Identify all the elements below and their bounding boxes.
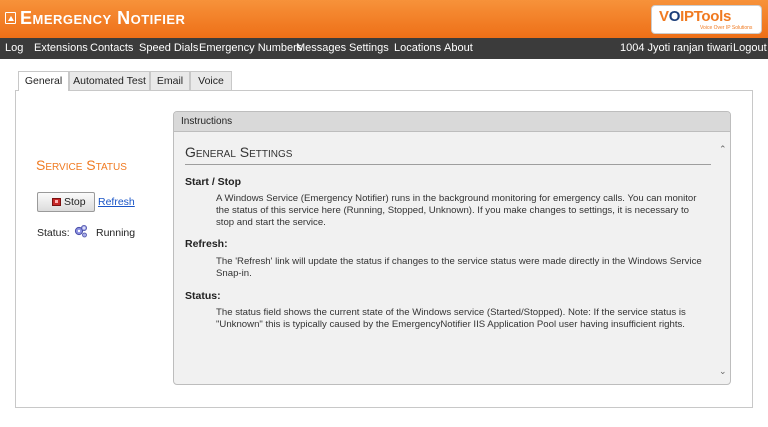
section-text-start-stop: A Windows Service (Emergency Notifier) r…	[216, 193, 697, 228]
app-title: Emergency Notifier	[20, 8, 186, 28]
tab-email[interactable]: Email	[150, 71, 190, 90]
scroll-down-arrow-icon[interactable]: ⌄	[719, 366, 727, 377]
app-header: Emergency Notifier VOIPTools Voice Over …	[0, 0, 768, 38]
section-text-status: The status field shows the current state…	[216, 307, 686, 330]
section-heading-status: Status:	[185, 290, 221, 302]
general-settings-title: General Settings	[185, 144, 293, 160]
instructions-body: General Settings Start / Stop A Windows …	[174, 132, 730, 384]
instructions-panel: Instructions General Settings Start / St…	[173, 111, 731, 385]
nav-speed-dials[interactable]: Speed Dials	[139, 42, 198, 54]
gears-icon	[74, 225, 87, 238]
status-value: Running	[96, 227, 136, 239]
section-heading-start-stop: Start / Stop	[185, 176, 242, 188]
logo-text: VOIPTools	[659, 8, 732, 25]
nav-settings[interactable]: Settings	[349, 42, 389, 54]
app-icon	[5, 12, 16, 24]
current-user: 1004 Jyoti ranjan tiwari	[620, 42, 733, 54]
logo-tagline: Voice Over IP Solutions	[700, 25, 753, 31]
nav-messages[interactable]: Messages	[296, 42, 346, 54]
tab-general[interactable]: General	[18, 71, 69, 91]
service-status-title: Service Status	[36, 157, 127, 173]
status-label: Status:	[37, 227, 70, 239]
scroll-up-arrow-icon[interactable]: ⌃	[719, 144, 727, 155]
section-text-refresh: The 'Refresh' link will update the statu…	[216, 256, 702, 279]
nav-locations[interactable]: Locations	[394, 42, 441, 54]
nav-contacts[interactable]: Contacts	[90, 42, 133, 54]
main-nav: Log Extensions Contacts Speed Dials Emer…	[0, 38, 768, 59]
stop-icon	[52, 198, 61, 206]
nav-about[interactable]: About	[444, 42, 473, 54]
nav-emergency-numbers[interactable]: Emergency Numbers	[199, 42, 302, 54]
logout-link[interactable]: Logout	[733, 42, 767, 54]
nav-extensions[interactable]: Extensions	[34, 42, 88, 54]
section-heading-refresh: Refresh:	[185, 238, 228, 250]
refresh-link[interactable]: Refresh	[98, 196, 135, 208]
tab-voice[interactable]: Voice	[190, 71, 232, 90]
stop-button[interactable]: Stop	[37, 192, 95, 212]
instructions-header: Instructions	[174, 112, 730, 132]
nav-log[interactable]: Log	[5, 42, 23, 54]
tab-automated-test[interactable]: Automated Test	[69, 71, 150, 90]
stop-label: Stop	[64, 196, 86, 208]
title-divider	[185, 164, 711, 165]
voiptools-logo: VOIPTools Voice Over IP Solutions	[651, 5, 762, 34]
